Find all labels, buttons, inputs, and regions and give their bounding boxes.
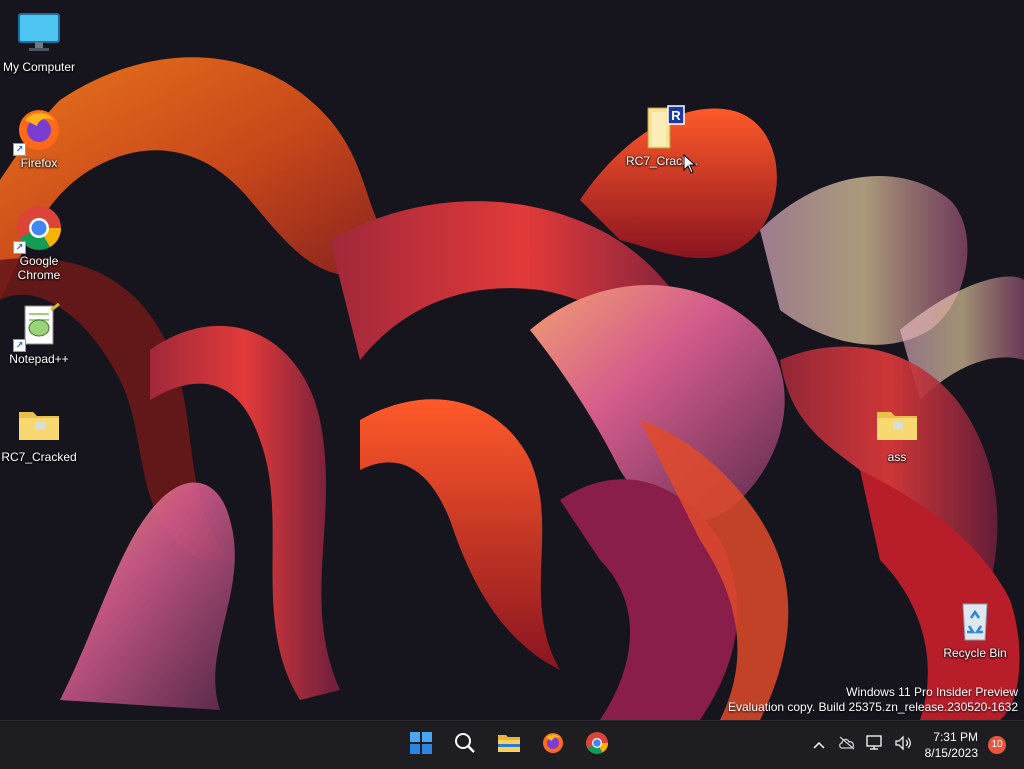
watermark-build: Evaluation copy. Build 25375.zn_release.… (728, 700, 1018, 714)
search-icon (454, 732, 476, 759)
firefox-icon (541, 731, 565, 760)
desktop-icon-google-chrome[interactable]: ↗ Google Chrome (1, 204, 77, 282)
start-icon (410, 731, 432, 759)
file-explorer-icon (497, 732, 521, 759)
desktop-icon-recycle-bin[interactable]: Recycle Bin (937, 596, 1013, 660)
cloud-offline-icon (838, 736, 856, 755)
shortcut-arrow-icon: ↗ (13, 241, 26, 254)
show-hidden-icons-button[interactable] (805, 727, 833, 763)
notification-badge[interactable]: 10 (988, 736, 1006, 754)
clock-button[interactable]: 7:31 PM 8/15/2023 (917, 729, 988, 761)
desktop-icon-my-computer[interactable]: My Computer (1, 10, 77, 74)
desktop-icon-firefox[interactable]: ↗ Firefox (1, 106, 77, 170)
system-tray: 7:31 PM 8/15/2023 10 (805, 721, 1024, 769)
desktop-icon-label: Firefox (20, 156, 58, 170)
network-icon (865, 734, 884, 756)
search-button[interactable] (447, 727, 483, 763)
desktop-icon-rc7-cracked-folder[interactable]: RC7_Cracked (1, 400, 77, 464)
taskbar-pinned-apps (403, 727, 615, 763)
recycle-bin-icon (951, 596, 999, 644)
notepadpp-icon: ↗ (13, 302, 63, 352)
shortcut-arrow-icon: ↗ (13, 143, 26, 156)
desktop-icon-label: Google Chrome (17, 254, 61, 282)
desktop-icon-label: ass (887, 450, 907, 464)
mouse-cursor-icon (683, 153, 697, 179)
clock-time: 7:31 PM (933, 730, 978, 744)
desktop-wallpaper (0, 0, 1024, 720)
chrome-icon (585, 731, 609, 760)
rar-archive-icon: R (638, 104, 686, 152)
desktop-icon-label: RC7_Cracked (1, 450, 77, 464)
onedrive-button[interactable] (833, 727, 861, 763)
firefox-taskbar-button[interactable] (535, 727, 571, 763)
volume-button[interactable] (889, 727, 917, 763)
desktop-icon-label: My Computer (2, 60, 76, 74)
desktop-icon-label: Recycle Bin (943, 646, 1007, 660)
desktop-icon-ass-folder[interactable]: ass (859, 400, 935, 464)
svg-text:R: R (671, 108, 681, 123)
firefox-icon: ↗ (13, 106, 63, 156)
desktop-icon-notepadpp[interactable]: ↗ Notepad++ (1, 302, 77, 366)
file-explorer-button[interactable] (491, 727, 527, 763)
clock-date: 8/15/2023 (924, 746, 978, 760)
chevron-up-icon (813, 736, 825, 754)
desktop-icon-label: Notepad++ (9, 352, 69, 366)
monitor-icon (15, 10, 63, 58)
folder-icon (15, 400, 63, 448)
start-button[interactable] (403, 727, 439, 763)
speaker-icon (894, 735, 912, 756)
shortcut-arrow-icon: ↗ (13, 339, 26, 352)
chrome-taskbar-button[interactable] (579, 727, 615, 763)
windows-watermark: Windows 11 Pro Insider Preview Evaluatio… (728, 685, 1018, 715)
watermark-edition: Windows 11 Pro Insider Preview (846, 685, 1018, 699)
folder-icon (873, 400, 921, 448)
network-button[interactable] (861, 727, 889, 763)
taskbar: 7:31 PM 8/15/2023 10 (0, 720, 1024, 769)
chrome-icon: ↗ (13, 204, 63, 254)
